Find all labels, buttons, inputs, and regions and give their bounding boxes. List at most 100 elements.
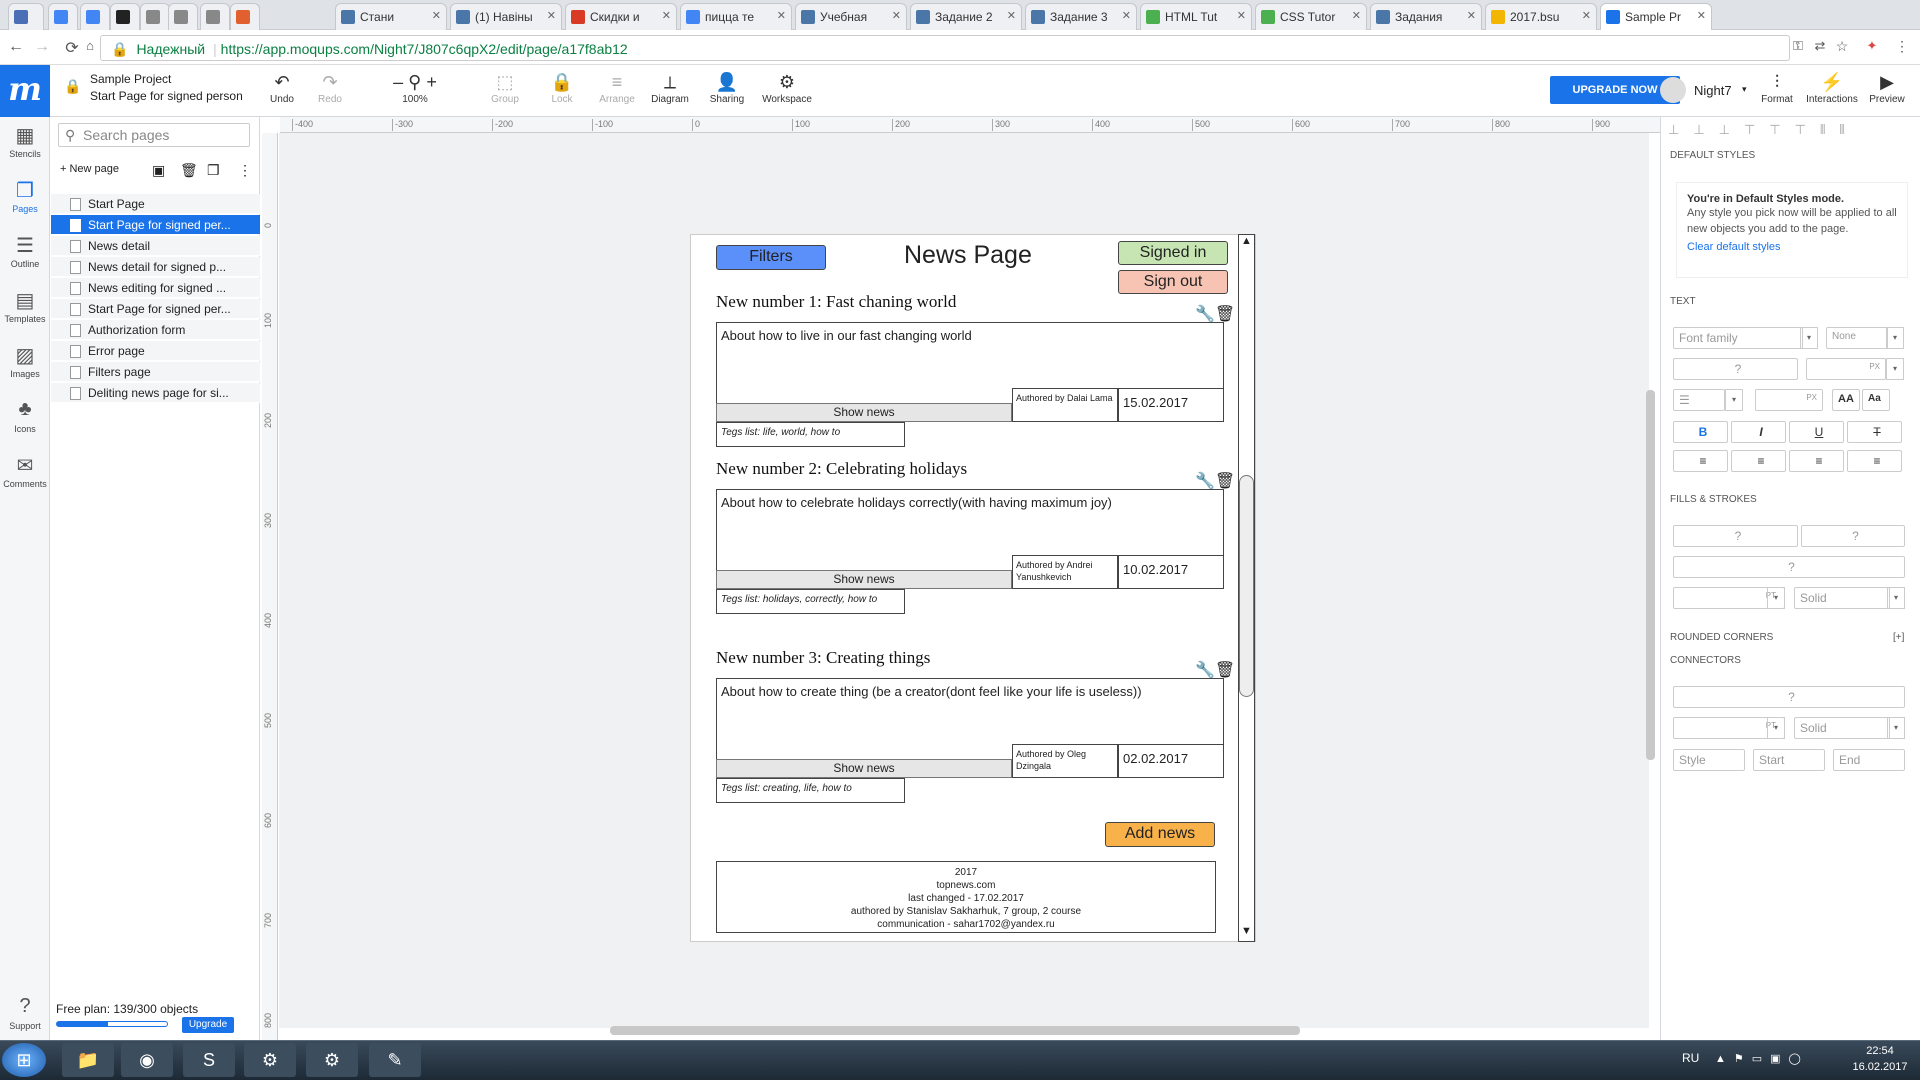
browser-tab[interactable]: пицца те ✕ <box>680 3 792 30</box>
tool-sharing[interactable]: 👤 Sharing <box>700 72 754 105</box>
clock-date[interactable]: 16.02.2017 <box>1845 1061 1915 1073</box>
gpu-tweak-taskbar-icon[interactable]: ⚙ <box>244 1043 296 1077</box>
connector-type-select[interactable]: Style <box>1673 749 1745 771</box>
add-news-button[interactable]: Add news <box>1105 822 1215 847</box>
language-indicator[interactable]: RU <box>1682 1051 1699 1065</box>
align-center-button[interactable]: ≡ <box>1731 450 1786 472</box>
page-list-item[interactable]: Start Page for signed per... <box>51 215 260 235</box>
browser-tab[interactable] <box>48 3 78 30</box>
tool-lock[interactable]: 🔒 Lock <box>535 72 589 105</box>
back-icon[interactable]: ← <box>6 38 26 56</box>
tool-undo[interactable]: ↶ Undo <box>255 72 309 105</box>
browser-tab[interactable]: Sample Pr ✕ <box>1600 3 1712 31</box>
project-name[interactable]: Sample Project <box>90 72 171 86</box>
trash-icon[interactable]: 🗑 <box>1215 306 1235 323</box>
stroke-width-chevron-icon[interactable]: ▾ <box>1767 587 1785 609</box>
tab-close-icon[interactable]: ✕ <box>1122 9 1131 22</box>
tab-close-icon[interactable]: ✕ <box>1467 9 1476 22</box>
reload-icon[interactable]: ⟳ <box>62 38 82 58</box>
tool-interactions[interactable]: ⚡ Interactions <box>1805 72 1859 105</box>
tool-arrange[interactable]: ≡ Arrange <box>590 72 644 105</box>
tool-format[interactable]: ⫶ Format <box>1750 72 1804 105</box>
uppercase-button[interactable]: AA <box>1832 389 1860 411</box>
tray-icons[interactable]: ▲⚑▭▣◯ <box>1715 1052 1809 1065</box>
page-list-item[interactable]: Start Page <box>51 194 260 214</box>
connector-end-select[interactable]: End <box>1833 749 1905 771</box>
filters-button[interactable]: Filters <box>716 245 826 270</box>
tool-group[interactable]: ⬚ Group <box>478 72 532 105</box>
extension-icon[interactable]: ✦ <box>1862 38 1882 54</box>
font-size-chevron-icon[interactable]: ▾ <box>1886 358 1904 380</box>
fill-color-field[interactable]: ? <box>1673 525 1798 547</box>
browser-tab[interactable] <box>80 3 110 30</box>
tab-close-icon[interactable]: ✕ <box>1352 9 1361 22</box>
browser-tab[interactable] <box>8 3 44 30</box>
canvas-h-scrollbar[interactable] <box>610 1026 1300 1035</box>
rounded-add-button[interactable]: [+] <box>1893 632 1904 643</box>
browser-tab[interactable]: Задание 3 ✕ <box>1025 3 1137 30</box>
scroll-down-icon[interactable]: ▼ <box>1241 925 1252 937</box>
url-field[interactable]: 🔒 Надежный | https://app.moqups.com/Night7… <box>100 35 1790 61</box>
canvas-v-scrollbar[interactable] <box>1646 390 1655 760</box>
page-list-item[interactable]: Deliting news page for si... <box>51 383 260 403</box>
leftbar-item-icons[interactable]: ♣ Icons <box>0 398 50 434</box>
tool-workspace[interactable]: ⚙ Workspace <box>760 72 814 105</box>
page-list-item[interactable]: Authorization form <box>51 320 260 340</box>
connector-style-chevron-icon[interactable]: ▾ <box>1887 717 1905 739</box>
trash-icon[interactable]: 🗑 <box>1215 473 1235 490</box>
smallcaps-button[interactable]: Aa <box>1862 389 1890 411</box>
font-size-field[interactable]: PX <box>1806 358 1886 380</box>
connector-style-select[interactable]: Solid <box>1794 717 1890 739</box>
browser-tab[interactable]: (1) Навіны ✕ <box>450 3 562 30</box>
translate-icon[interactable]: ⇄ <box>1810 38 1830 54</box>
tab-close-icon[interactable]: ✕ <box>777 9 786 22</box>
home-icon[interactable]: ⌂ <box>80 38 100 53</box>
font-weight-select[interactable]: None <box>1826 327 1888 349</box>
tool-diagram[interactable]: ⟂ Diagram <box>643 72 697 105</box>
stroke-style-chevron-icon[interactable]: ▾ <box>1887 587 1905 609</box>
text-color-field[interactable]: ? <box>1673 358 1798 380</box>
leftbar-item-pages[interactable]: ❐ Pages <box>0 178 50 214</box>
letter-spacing-field[interactable]: PX <box>1755 389 1823 411</box>
tab-close-icon[interactable]: ✕ <box>892 9 901 22</box>
font-family-chevron-icon[interactable]: ▾ <box>1800 327 1818 349</box>
browser-tab[interactable] <box>168 3 198 30</box>
connector-color-field[interactable]: ? <box>1673 686 1905 708</box>
leftbar-item-images[interactable]: ▨ Images <box>0 343 50 379</box>
justify-button[interactable]: ≡ <box>1847 450 1902 472</box>
show-news-button[interactable]: Show news <box>716 570 1012 589</box>
underline-button[interactable]: U <box>1789 421 1844 443</box>
leftbar-item-stencils[interactable]: ▦ Stencils <box>0 123 50 159</box>
tools-taskbar-icon[interactable]: ✎ <box>369 1043 421 1077</box>
font-weight-chevron-icon[interactable]: ▾ <box>1886 327 1904 349</box>
page-list-item[interactable]: Start Page for signed per... <box>51 299 260 319</box>
new-page-button[interactable]: + New page <box>60 163 119 175</box>
show-news-button[interactable]: Show news <box>716 403 1012 422</box>
user-menu-chevron-icon[interactable]: ▾ <box>1742 84 1747 95</box>
user-name[interactable]: Night7 <box>1694 83 1732 98</box>
bookmark-star-icon[interactable]: ☆ <box>1832 38 1852 55</box>
connector-start-select[interactable]: Start <box>1753 749 1825 771</box>
browser-tab[interactable]: Скидки и ✕ <box>565 3 677 30</box>
tab-close-icon[interactable]: ✕ <box>1237 9 1246 22</box>
mockup-scrollbar[interactable]: ▲ ▼ <box>1238 234 1255 942</box>
browser-tab[interactable]: HTML Tut ✕ <box>1140 3 1252 30</box>
browser-tab[interactable]: CSS Tutor ✕ <box>1255 3 1367 30</box>
list-style-chevron-icon[interactable]: ▾ <box>1725 389 1743 411</box>
trash-icon[interactable]: 🗑 <box>1215 662 1235 679</box>
page-list-item[interactable]: News detail <box>51 236 260 256</box>
chrome-taskbar-icon[interactable]: ◉ <box>121 1043 173 1077</box>
align-right-button[interactable]: ≡ <box>1789 450 1844 472</box>
show-news-button[interactable]: Show news <box>716 759 1012 778</box>
align-tools[interactable]: ⊥⊥⊥⊤⊤⊤⫴⫴ <box>1668 122 1908 140</box>
browser-tab[interactable]: 2017.bsu ✕ <box>1485 3 1597 30</box>
browser-tab[interactable]: Задания ✕ <box>1370 3 1482 30</box>
sign-out-button[interactable]: Sign out <box>1118 270 1228 294</box>
explorer-taskbar-icon[interactable]: 📁 <box>62 1043 114 1077</box>
browser-tab[interactable]: Стани ✕ <box>335 3 447 30</box>
font-family-select[interactable]: Font family <box>1673 327 1803 349</box>
gpu-monitor-taskbar-icon[interactable]: ⚙ <box>306 1043 358 1077</box>
browser-tab[interactable]: Задание 2 ✕ <box>910 3 1022 30</box>
tool-100-zoom[interactable]: – ⚲ + 100% <box>388 72 442 105</box>
tab-close-icon[interactable]: ✕ <box>1007 9 1016 22</box>
